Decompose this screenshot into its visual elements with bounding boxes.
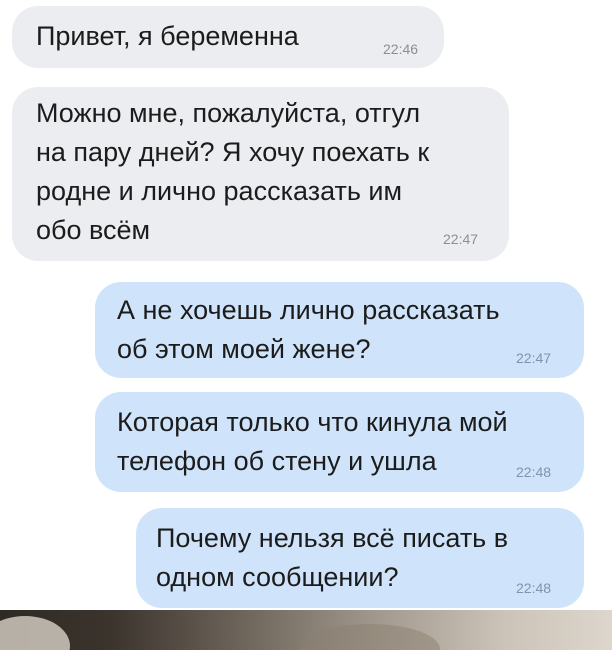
message-text: Почему нельзя всё писать в одном сообщен… [156, 523, 509, 592]
photo-highlight [0, 616, 70, 650]
message-timestamp: 22:48 [516, 464, 552, 480]
message-timestamp: 22:46 [383, 41, 419, 57]
message-text: А не хочешь лично рассказать об этом мое… [117, 295, 500, 364]
message-bubble-outgoing[interactable]: Которая только что кинула мой телефон об… [95, 392, 584, 492]
chat-thread: Привет, я беременна 22:46 Можно мне, пож… [0, 0, 612, 610]
message-text: Привет, я беременна [36, 21, 299, 51]
message-text: Можно мне, пожалуйста, отгул на пару дне… [36, 98, 430, 245]
cropped-photo [0, 610, 612, 650]
message-bubble-outgoing[interactable]: Почему нельзя всё писать в одном сообщен… [136, 508, 584, 608]
message-bubble-outgoing[interactable]: А не хочешь лично рассказать об этом мое… [95, 282, 584, 378]
message-timestamp: 22:47 [443, 231, 479, 247]
message-bubble-incoming[interactable]: Привет, я беременна 22:46 [12, 6, 444, 68]
message-bubble-incoming[interactable]: Можно мне, пожалуйста, отгул на пару дне… [12, 87, 509, 261]
message-timestamp: 22:48 [516, 580, 552, 596]
message-text: Которая только что кинула мой телефон об… [117, 407, 508, 476]
message-timestamp: 22:47 [516, 350, 552, 366]
photo-shadow [300, 624, 440, 650]
